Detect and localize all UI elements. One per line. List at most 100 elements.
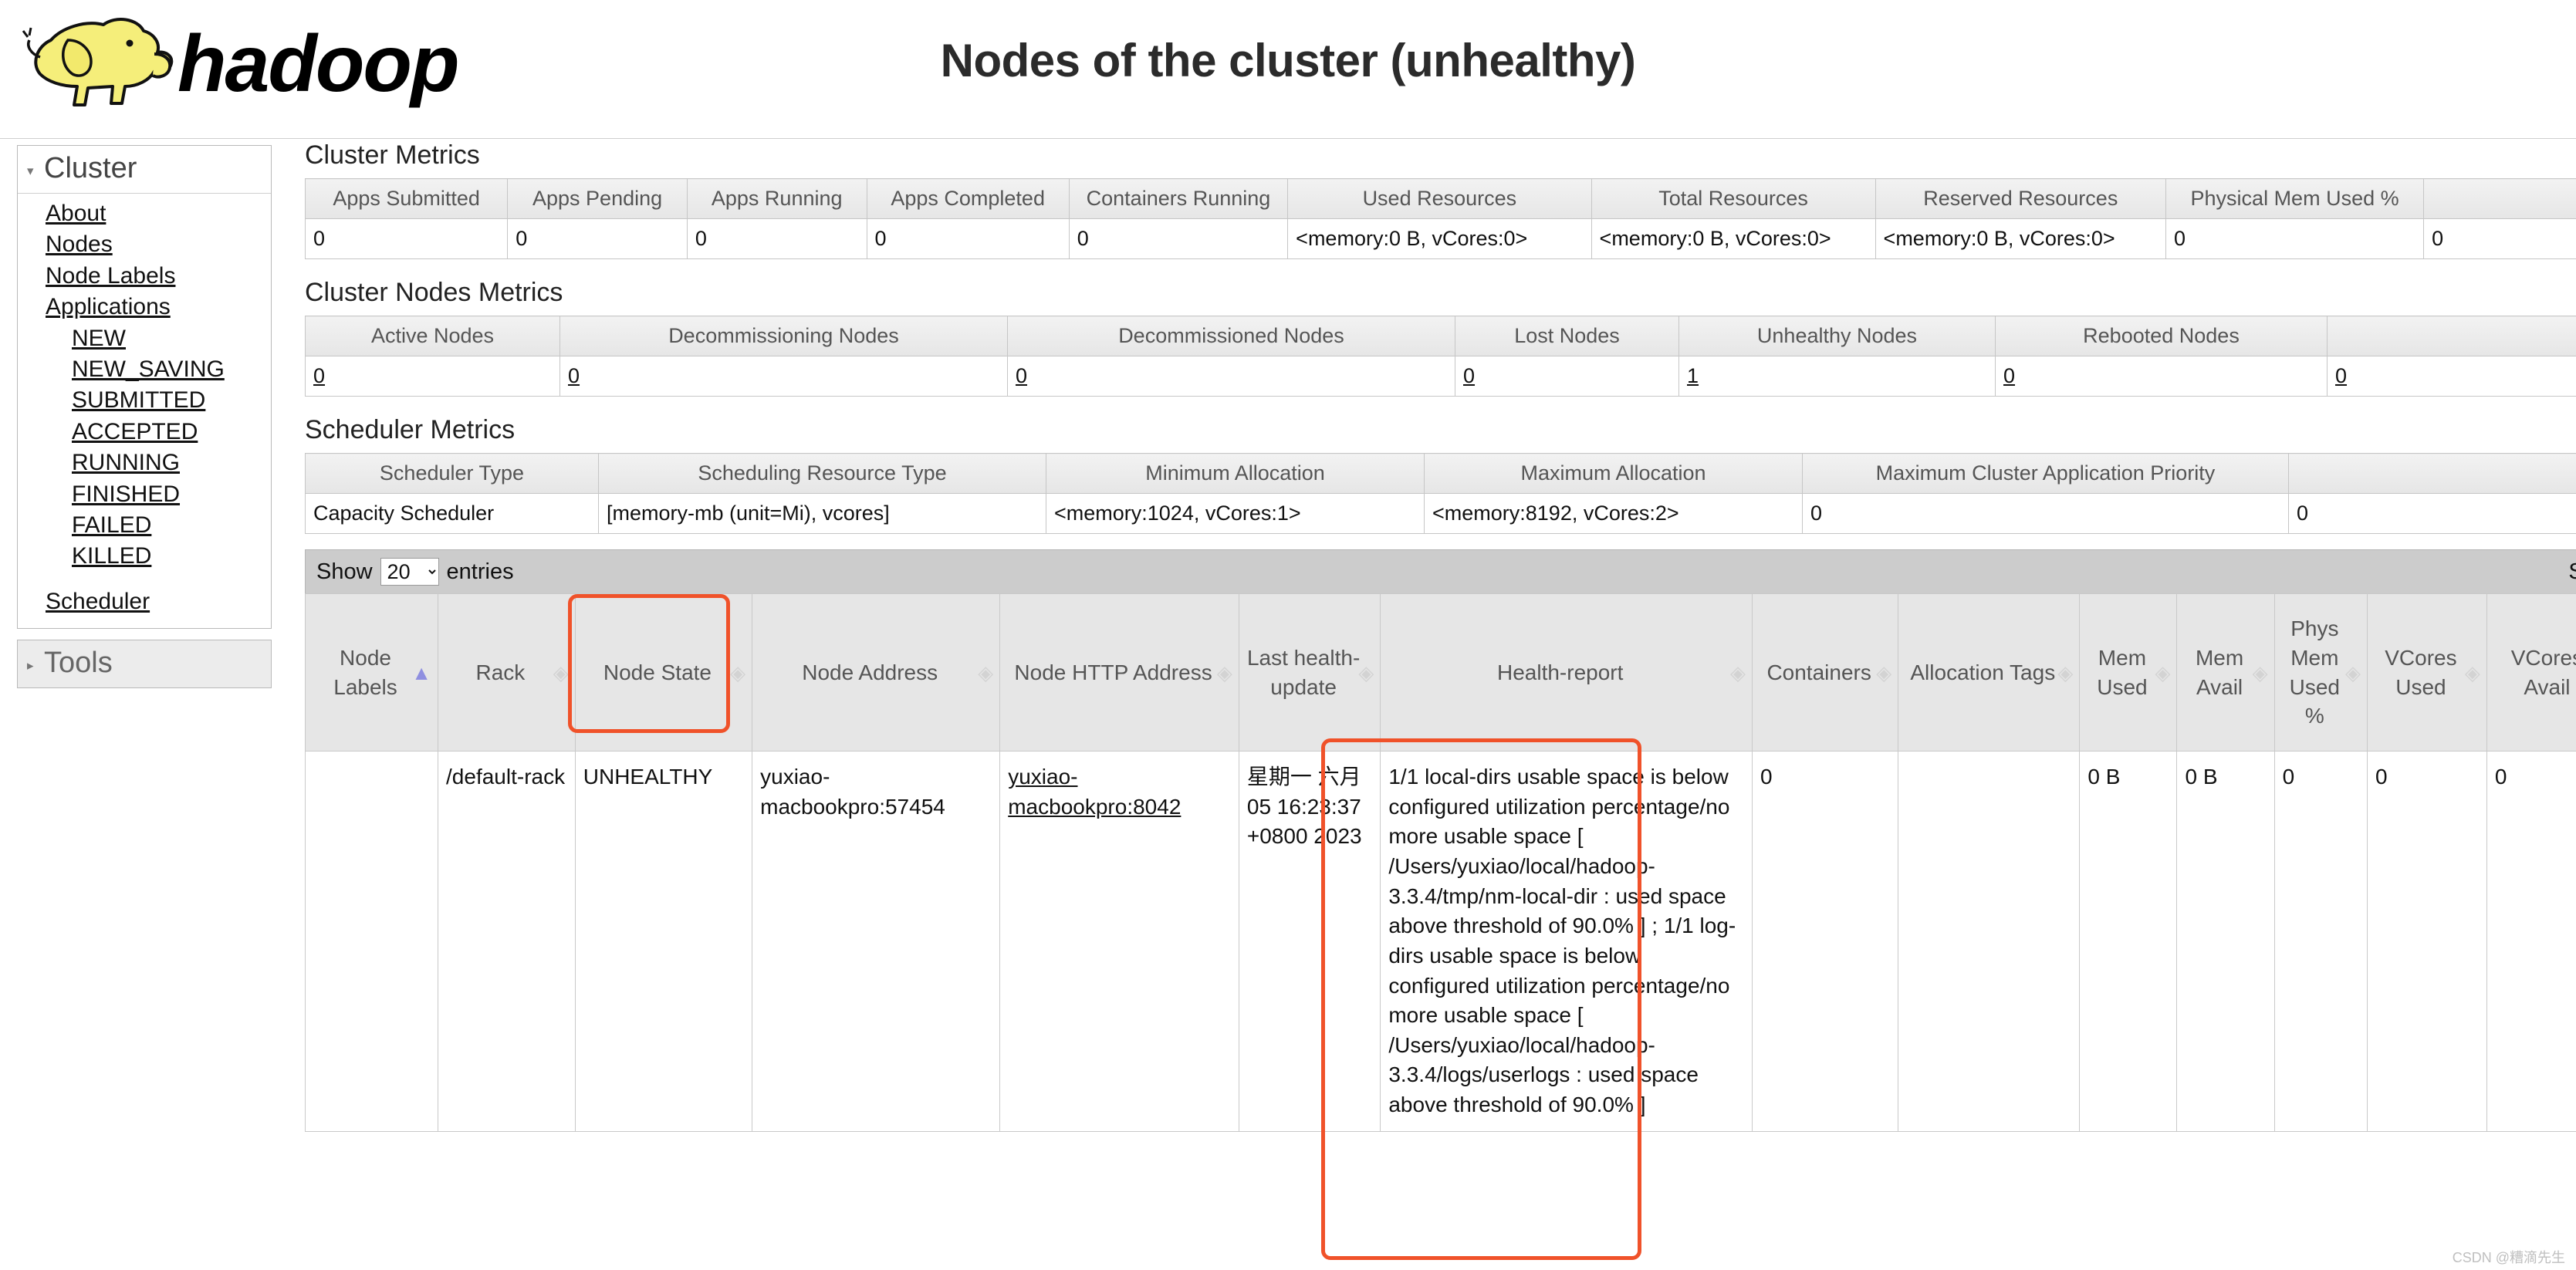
table-cell: Capacity Scheduler [305,493,599,534]
column-header: Apps Submitted [304,178,509,219]
column-header-phys-mem-used-[interactable]: Phys Mem Used % ◈ [2273,593,2368,752]
column-header: Apps Running [686,178,867,219]
sort-toggle-icon[interactable]: ◈ [730,663,745,683]
sort-toggle-icon[interactable]: ◈ [978,663,993,683]
column-header-node-labels[interactable]: Node Labels ▲ [304,593,439,752]
nodes-datatable-area: Show 20406080100 entries Sea Node Labels… [304,549,2576,1132]
sidebar-item-failed[interactable]: FAILED [18,510,271,541]
table-cell: 0 [507,218,688,259]
sidebar-item-label[interactable]: FAILED [72,512,151,538]
cell-node-address: yuxiao-macbookpro:57454 [752,751,1001,1132]
sidebar-item-label[interactable]: About [46,201,106,226]
sidebar-tools-block: ▸ Tools [17,640,272,689]
sidebar-item-label[interactable]: RUNNING [72,450,180,475]
sidebar-item-label[interactable]: FINISHED [72,481,180,507]
column-header: Scheduler Type [305,453,599,494]
column-header: Decommissioning Nodes [559,316,1008,356]
metric-link[interactable]: 0 [313,364,325,387]
sidebar-item-scheduler[interactable]: Scheduler [18,586,271,617]
scheduler-metrics-title: Scheduler Metrics [305,415,516,444]
table-cell: 0 [2327,356,2576,397]
sidebar-item-about[interactable]: About [18,198,271,229]
sort-toggle-icon[interactable]: ◈ [1217,663,1232,683]
sort-toggle-icon[interactable]: ◈ [2057,663,2073,683]
sidebar-item-new-saving[interactable]: NEW_SAVING [18,354,271,385]
column-header-containers[interactable]: Containers ◈ [1752,593,1899,752]
column-header-label: Node HTTP Address [1014,660,1212,684]
sidebar-item-finished[interactable]: FINISHED [18,479,271,510]
table-cell: 0 [305,356,560,397]
sidebar-item-nodes[interactable]: Nodes [18,229,271,260]
sidebar-section-tools[interactable]: ▸ Tools [18,640,271,688]
search-label[interactable]: Sea [2568,559,2576,585]
cluster-nodes-metrics-title: Cluster Nodes Metrics [305,278,563,307]
table-row: /default-rack UNHEALTHY yuxiao-macbookpro:… [304,751,2576,1132]
table-header-row: Apps Submitted Apps Pending Apps Running Ap… [304,178,2576,219]
sidebar-item-accepted[interactable]: ACCEPTED [18,417,271,448]
column-header-node-state[interactable]: Node State ◈ [574,593,753,752]
sidebar-item-running[interactable]: RUNNING [18,448,271,478]
watermark: CSDN @糟滴先生 [2452,1250,2565,1265]
column-header-vcores-avail[interactable]: VCores Avail◈ [2486,593,2576,752]
chevron-down-icon: ▾ [27,163,34,178]
scheduler-metrics-table: Scheduler Type Scheduling Resource Type Mi… [305,453,2576,534]
metric-link[interactable]: 0 [2335,364,2347,387]
column-header-mem-avail[interactable]: Mem Avail ◈ [2176,593,2275,752]
sort-toggle-icon[interactable]: ◈ [2345,663,2361,683]
sort-toggle-icon[interactable]: ◈ [1358,663,1374,683]
sort-toggle-icon[interactable]: ◈ [1730,663,1746,683]
metric-link[interactable]: 0 [1016,364,1027,387]
sidebar-item-new[interactable]: NEW [18,323,271,354]
sidebar-item-label[interactable]: SUBMITTED [72,387,205,413]
node-http-address-link[interactable]: yuxiao-macbookpro:8042 [1008,765,1181,819]
column-header-node-address[interactable]: Node Address ◈ [752,593,1001,752]
sort-ascending-icon[interactable]: ▲ [411,663,431,683]
sort-toggle-icon[interactable]: ◈ [2253,663,2268,683]
sidebar-item-label[interactable]: Scheduler [46,589,150,614]
column-header: Apps Completed [866,178,1070,219]
column-header: Used Resources [1287,178,1592,219]
metric-link[interactable]: 1 [1687,364,1699,387]
column-header: Lost Nodes [1455,316,1679,356]
sidebar-item-label[interactable]: Node Labels [46,263,175,289]
sidebar-item-label[interactable]: NEW [72,326,126,351]
column-header: Total Resources [1591,178,1876,219]
table-cell: [memory-mb (unit=Mi), vcores] [598,493,1046,534]
sidebar-item-label[interactable]: NEW_SAVING [72,356,225,382]
table-cell: 0 [1802,493,2289,534]
sort-toggle-icon[interactable]: ◈ [553,663,569,683]
column-header-health-report[interactable]: Health-report ◈ [1380,593,1753,752]
sidebar-item-label[interactable]: Applications [46,294,171,319]
cluster-nodes-metrics-table: Active Nodes Decommissioning Nodes Decommi… [305,316,2576,397]
table-cell: <memory:0 B, vCores:0> [1591,218,1876,259]
table-cell: 0 [2423,218,2576,259]
metric-link[interactable]: 0 [2003,364,2015,387]
sort-toggle-icon[interactable]: ◈ [2465,663,2480,683]
column-header: Containers Running [1068,178,1289,219]
sidebar-item-label[interactable]: KILLED [72,543,151,569]
column-header-rack[interactable]: Rack ◈ [438,593,576,752]
cluster-metrics-title: Cluster Metrics [305,140,480,170]
table-cell: 0 [559,356,1008,397]
column-header-node-http-address[interactable]: Node HTTP Address ◈ [999,593,1239,752]
column-header-last-health-update[interactable]: Last health-update ◈ [1238,593,1381,752]
table-cell: 0 [2165,218,2425,259]
column-header-vcores-used[interactable]: VCores Used ◈ [2367,593,2487,752]
sidebar-item-label[interactable]: Nodes [46,231,113,257]
sidebar-item-label[interactable]: ACCEPTED [72,419,198,444]
column-header-allocation-tags[interactable]: Allocation Tags ◈ [1898,593,2081,752]
column-header: Scheduling Resource Type [598,453,1046,494]
sidebar-section-cluster[interactable]: ▾ Cluster [18,146,271,194]
sidebar-item-submitted[interactable]: SUBMITTED [18,385,271,416]
sidebar-item-node-labels[interactable]: Node Labels [18,261,271,292]
metric-link[interactable]: 0 [568,364,580,387]
metric-link[interactable]: 0 [1463,364,1475,387]
column-header-mem-used[interactable]: Mem Used ◈ [2079,593,2178,752]
sidebar-item-applications[interactable]: Applications [18,292,271,323]
sidebar-item-killed[interactable]: KILLED [18,541,271,572]
sort-toggle-icon[interactable]: ◈ [2155,663,2170,683]
sort-toggle-icon[interactable]: ◈ [1876,663,1891,683]
entries-select[interactable]: 20406080100 [380,558,439,586]
sidebar-section-tools-label: Tools [44,647,113,680]
table-cell: 0 [1995,356,2328,397]
